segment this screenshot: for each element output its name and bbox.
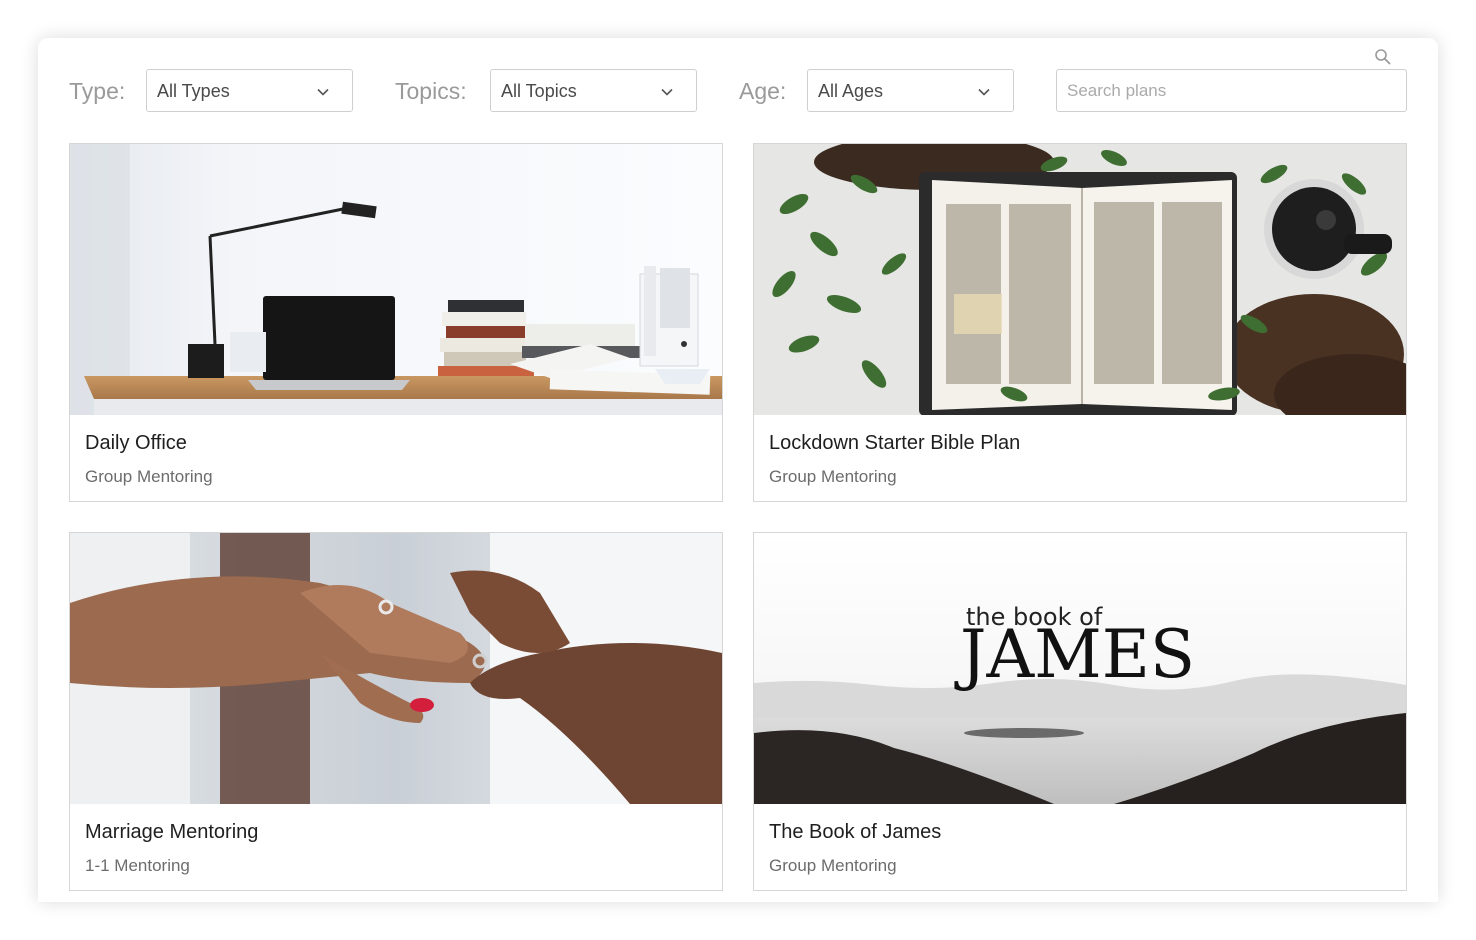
hands-placing-ring-image (70, 533, 722, 804)
desk-with-laptop-and-books-image (70, 144, 722, 415)
age-filter-value: All Ages (818, 81, 884, 101)
plan-card-lockdown-starter-bible-plan[interactable]: Lockdown Starter Bible Plan Group Mentor… (753, 143, 1407, 502)
chevron-down-icon (978, 88, 990, 96)
plan-title: The Book of James (769, 821, 942, 843)
topics-filter-value: All Topics (501, 81, 577, 101)
open-bible-with-leaves-image (754, 144, 1406, 415)
search-icon[interactable] (1374, 48, 1392, 66)
type-filter-label: Type: (69, 78, 126, 104)
james-lake-banner-image: the book of JAMES (754, 533, 1406, 804)
plan-type: Group Mentoring (85, 467, 213, 486)
plans-panel: Type: All Types Topics: All Topics Age: … (38, 38, 1438, 902)
age-filter-label: Age: (739, 78, 787, 104)
plan-card-daily-office[interactable]: Daily Office Group Mentoring (69, 143, 723, 502)
plan-type: Group Mentoring (769, 467, 897, 486)
search-input[interactable] (1056, 69, 1407, 112)
plan-title: Daily Office (85, 432, 187, 454)
banner-line2-text: JAMES (954, 616, 1195, 693)
chevron-down-icon (661, 88, 673, 96)
type-filter-value: All Types (157, 81, 230, 101)
plan-title: Marriage Mentoring (85, 821, 259, 843)
topics-filter-select[interactable]: All Topics (490, 69, 697, 112)
plan-card-marriage-mentoring[interactable]: Marriage Mentoring 1-1 Mentoring (69, 532, 723, 891)
plan-card-the-book-of-james[interactable]: the book of JAMES The Book of James Grou… (753, 532, 1407, 891)
plan-type: Group Mentoring (769, 856, 897, 875)
plan-type: 1-1 Mentoring (85, 856, 190, 875)
plan-title: Lockdown Starter Bible Plan (769, 432, 1021, 454)
topics-filter-label: Topics: (395, 78, 467, 104)
filter-bar: Type: All Types Topics: All Topics Age: … (38, 38, 1438, 148)
type-filter-select[interactable]: All Types (146, 69, 353, 112)
chevron-down-icon (317, 88, 329, 96)
age-filter-select[interactable]: All Ages (807, 69, 1014, 112)
